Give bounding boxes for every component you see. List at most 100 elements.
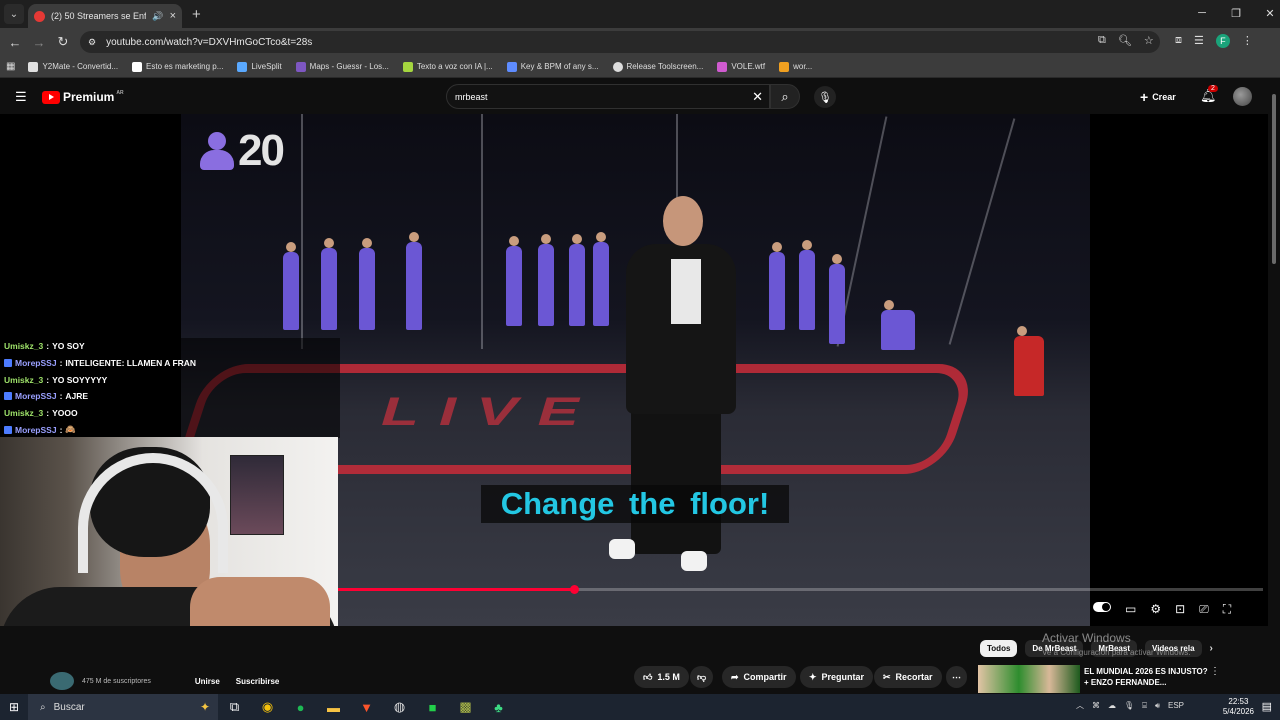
bookmark-star-icon[interactable]: ☆ xyxy=(1144,34,1154,47)
bookmark-item[interactable]: Esto es marketing p... xyxy=(125,61,230,72)
bookmark-item[interactable]: wor... xyxy=(772,61,819,72)
speaker-icon[interactable]: 🔊 xyxy=(152,11,163,22)
video-player[interactable]: LIVE 20 Change the floor! Umiskz_3: YO SO… xyxy=(0,114,1268,626)
forward-icon[interactable]: → xyxy=(27,35,51,50)
scrollbar-thumb[interactable] xyxy=(1272,94,1276,264)
youtube-logo[interactable]: Premium AR xyxy=(42,90,124,104)
reload-icon[interactable]: ↻ xyxy=(51,34,75,50)
more-actions-button[interactable]: ⋯ xyxy=(946,666,967,688)
bookmark-item[interactable]: Y2Mate - Convertid... xyxy=(21,61,125,72)
app-grid-icon[interactable]: ▩ xyxy=(449,694,482,720)
tab-search-icon[interactable]: ⌄ xyxy=(4,4,24,24)
taskbar-clock[interactable]: 22:53 5/4/2026 xyxy=(1223,697,1254,717)
tab-title: (2) 50 Streamers se Enfrent xyxy=(51,11,147,21)
subtitles-icon[interactable]: ▭ xyxy=(1125,602,1136,617)
autoplay-toggle[interactable] xyxy=(1093,602,1111,612)
search-button[interactable]: ⌕ xyxy=(770,84,800,109)
settings-gear-icon[interactable]: ⚙ xyxy=(1150,602,1161,617)
mic-tray-icon[interactable]: 🎙︎ xyxy=(1124,701,1134,710)
cloud-icon[interactable]: ☁ xyxy=(1108,701,1116,710)
cast-icon[interactable]: ⎚ xyxy=(1199,602,1209,617)
bookmark-item[interactable]: LiveSplit xyxy=(230,61,288,72)
video-options-icon[interactable]: ⋮ xyxy=(1210,666,1220,677)
menu-kebab-icon[interactable]: ⋮ xyxy=(1242,34,1253,48)
app-android-icon[interactable]: ♣ xyxy=(482,694,515,720)
browser-tab-active[interactable]: (2) 50 Streamers se Enfrent 🔊 × xyxy=(28,4,182,28)
reading-list-icon[interactable]: ☰ xyxy=(1194,34,1204,48)
fullscreen-icon[interactable]: ⛶ xyxy=(1223,602,1231,617)
spotify-icon[interactable]: ● xyxy=(284,694,317,720)
volume-icon[interactable]: 🔊︎ xyxy=(1155,701,1160,711)
create-button[interactable]: + Crear xyxy=(1140,89,1176,105)
minimize-icon[interactable]: ─ xyxy=(1185,4,1219,22)
bookmark-item[interactable]: Texto a voz con IA |... xyxy=(396,61,500,72)
clear-search-icon[interactable]: ✕ xyxy=(752,89,763,105)
windows-start-icon[interactable]: ⊞ xyxy=(0,694,28,720)
language-indicator[interactable]: ESP xyxy=(1168,701,1184,710)
install-app-icon[interactable]: ⧉ xyxy=(1098,34,1106,47)
contestant xyxy=(569,234,585,326)
stream-chat-overlay: Umiskz_3: YO SOY MorepSSJ: INTELIGENTE: LL… xyxy=(0,338,340,439)
streamer-hand xyxy=(190,577,330,626)
notification-center-icon[interactable]: ▤ xyxy=(1262,700,1272,713)
chrome-icon[interactable]: ◉ xyxy=(251,694,284,720)
theater-mode-icon[interactable]: ⊡ xyxy=(1175,602,1185,617)
tray-app-icon[interactable]: ⌘ xyxy=(1092,701,1100,710)
voice-search-button[interactable]: 🎙︎ xyxy=(814,86,836,108)
hamburger-menu-icon[interactable]: ☰ xyxy=(15,89,27,105)
bookmark-favicon-icon xyxy=(237,61,248,72)
bookmark-item[interactable]: Maps - Guessr - Los... xyxy=(289,61,396,72)
join-button[interactable]: Unirse xyxy=(195,677,220,686)
clip-button[interactable]: ✂ Recortar xyxy=(874,666,942,688)
bookmark-favicon-icon xyxy=(295,61,306,72)
progress-bar[interactable] xyxy=(338,585,1263,594)
next-video-thumbnail[interactable] xyxy=(978,665,1080,693)
scissors-icon: ✂ xyxy=(883,671,891,682)
file-explorer-icon[interactable]: ▬ xyxy=(317,694,350,720)
search-input[interactable]: mrbeast ✕ xyxy=(446,84,770,109)
app-green-icon[interactable]: ■ xyxy=(416,694,449,720)
profile-avatar[interactable]: F xyxy=(1215,34,1230,48)
new-tab-button[interactable]: + xyxy=(192,6,201,23)
obs-icon[interactable]: ◍ xyxy=(383,694,416,720)
bookmark-item[interactable]: Key & BPM of any s... xyxy=(500,61,606,72)
site-info-icon[interactable]: ⚙ xyxy=(88,37,96,48)
apps-grid-icon[interactable]: ▦ xyxy=(6,61,21,72)
tray-chevron-icon[interactable]: ︿ xyxy=(1076,700,1084,711)
task-view-icon[interactable]: ⧉ xyxy=(218,694,251,720)
contestant xyxy=(283,242,299,330)
close-tab-icon[interactable]: × xyxy=(170,10,176,22)
bookmarks-bar: ▦ Y2Mate - Convertid... Esto es marketin… xyxy=(0,56,1280,78)
channel-avatar[interactable] xyxy=(50,672,74,690)
scrubber-handle[interactable] xyxy=(569,585,579,594)
bookmark-item[interactable]: VOLE.wtf xyxy=(710,61,772,72)
search-icon: ⌕ xyxy=(781,88,789,104)
windows-taskbar: ⊞ ⌕ Buscar ✦ ⧉ ◉ ● ▬ ▼ ◍ ■ ▩ ♣ ︿ ⌘ ☁ 🎙︎ … xyxy=(0,694,1280,720)
chevron-right-icon[interactable]: › xyxy=(1210,643,1213,654)
share-label: Compartir xyxy=(743,672,787,682)
twitch-icon xyxy=(4,359,12,368)
contestant xyxy=(769,242,785,330)
search-value: mrbeast xyxy=(455,91,488,102)
url-bar[interactable]: ⚙ youtube.com/watch?v=DXVHmGoCTco&t=28s xyxy=(80,31,1160,53)
ask-button[interactable]: ✦ Preguntar xyxy=(800,666,874,688)
network-icon[interactable]: ⌸ xyxy=(1142,701,1147,711)
next-video-title[interactable]: EL MUNDIAL 2026 ES INJUSTO? + ENZO FERNA… xyxy=(1084,666,1208,688)
restore-icon[interactable]: ❐ xyxy=(1219,4,1253,22)
chip-all[interactable]: Todos xyxy=(980,640,1018,657)
account-avatar[interactable] xyxy=(1233,87,1252,106)
bookmark-item[interactable]: Release Toolscreen... xyxy=(606,61,711,72)
chat-message: Umiskz_3: YOOO xyxy=(0,404,340,422)
zoom-icon[interactable]: 🔍︎ xyxy=(1118,34,1132,47)
like-button[interactable]: 👍︎ 1.5 M xyxy=(634,666,689,688)
dislike-button[interactable]: 👎︎ xyxy=(690,666,714,688)
extensions-icon[interactable]: ⧈ xyxy=(1175,34,1182,48)
back-icon[interactable]: ← xyxy=(3,35,27,50)
page-scrollbar[interactable] xyxy=(1270,84,1278,694)
brave-icon[interactable]: ▼ xyxy=(350,694,383,720)
share-button[interactable]: ➦ Compartir xyxy=(722,666,796,688)
close-window-icon[interactable]: ✕ xyxy=(1253,4,1280,22)
subscribe-button[interactable]: Suscribirse xyxy=(236,677,280,686)
notifications-button[interactable]: 🔔︎ 2 xyxy=(1200,85,1218,104)
taskbar-search[interactable]: ⌕ Buscar ✦ xyxy=(28,694,218,720)
